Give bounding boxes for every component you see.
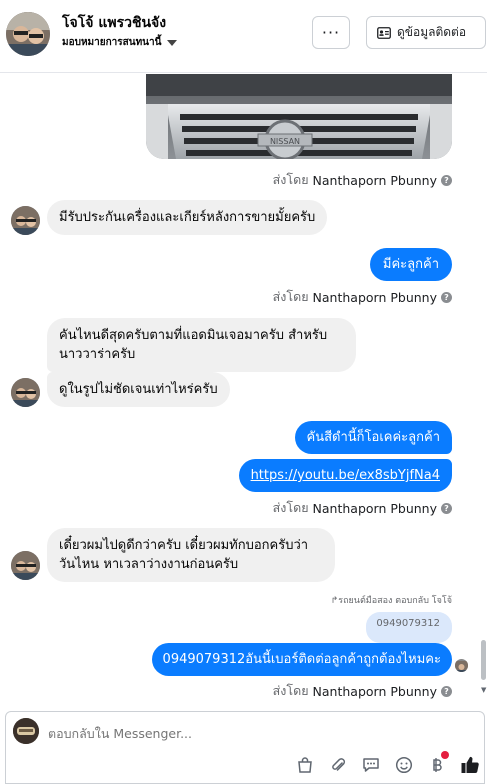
incoming-message[interactable]: มีรับประกันเครื่องและเกียร์หลังการขายมั้… <box>47 200 328 235</box>
page-avatar <box>13 718 39 744</box>
view-contact-label: ดูข้อมูลติดต่อ <box>397 25 467 39</box>
sent-by-label: ส่งโดย Nanthaporn Pbunny ? <box>273 287 452 307</box>
conversation-header: โจโจ้ แพรวชินจัง มอบหมายการสนทนานี้ ··· … <box>0 0 487 73</box>
message-composer <box>5 711 485 784</box>
sender-name[interactable]: Nanthaporn Pbunny <box>313 684 437 699</box>
contact-avatar-small <box>11 378 40 407</box>
scrollbar-thumb[interactable] <box>481 640 486 680</box>
outgoing-link-message: https://youtu.be/ex8sbYjfNa4 <box>238 459 452 492</box>
sender-name[interactable]: Nanthaporn Pbunny <box>313 290 437 305</box>
view-contact-button[interactable]: ดูข้อมูลติดต่อ <box>366 16 486 49</box>
sent-by-label: ส่งโดย Nanthaporn Pbunny ? <box>273 498 452 518</box>
ellipsis-icon: ··· <box>321 23 341 42</box>
sender-name[interactable]: Nanthaporn Pbunny <box>313 501 437 516</box>
message-thread[interactable]: NISSAN ส่งโดย Nanthaporn Pbunny ? มีรับป… <box>0 74 487 706</box>
help-icon[interactable]: ? <box>441 291 452 303</box>
youtube-link[interactable]: https://youtu.be/ex8sbYjfNa4 <box>251 468 440 483</box>
sent-by-label: ส่งโดย Nanthaporn Pbunny ? <box>273 170 452 190</box>
contact-avatar-small <box>11 551 40 580</box>
thumbs-up-icon[interactable] <box>460 755 480 775</box>
paperclip-icon[interactable] <box>328 755 348 775</box>
sent-by-label: ส่งโดย Nanthaporn Pbunny ? <box>273 681 452 701</box>
contact-avatar-small <box>11 206 40 235</box>
help-icon[interactable]: ? <box>441 174 452 186</box>
incoming-message[interactable]: ดูในรูปไม่ชัดเจนเท่าไหร่ครับ <box>47 372 230 407</box>
reply-context-label: ↱รถยนต์มือสอง ตอบกลับ โจโจ้ <box>330 596 452 606</box>
sender-name[interactable]: Nanthaporn Pbunny <box>313 173 437 188</box>
emoji-icon[interactable] <box>394 755 414 775</box>
quoted-message[interactable]: 0949079312 <box>366 612 452 643</box>
chat-bubble-icon[interactable] <box>361 755 381 775</box>
notification-dot <box>441 751 449 759</box>
scroll-down-arrow-icon[interactable]: ▼ <box>481 686 486 694</box>
svg-text:NISSAN: NISSAN <box>270 137 300 146</box>
help-icon[interactable]: ? <box>441 685 452 697</box>
baht-icon[interactable] <box>427 751 449 775</box>
shopping-bag-icon[interactable] <box>295 755 315 775</box>
caret-down-icon <box>167 39 178 46</box>
contact-avatar[interactable] <box>6 12 50 56</box>
help-icon[interactable]: ? <box>441 502 452 514</box>
assign-label: มอบหมายการสนทนานี้ <box>62 37 162 48</box>
more-options-button[interactable]: ··· <box>312 16 350 49</box>
composer-toolbar <box>295 751 480 775</box>
contact-name[interactable]: โจโจ้ แพรวชินจัง <box>62 12 166 34</box>
outgoing-message[interactable]: มีค่ะลูกค้า <box>369 248 452 281</box>
car-photo[interactable]: NISSAN <box>146 74 452 159</box>
reply-input[interactable] <box>48 726 348 741</box>
outgoing-message[interactable]: 0949079312อันนี้เบอร์ติดต่อลูกค้าถูกต้อง… <box>151 643 452 676</box>
outgoing-message[interactable]: คันสีดำนี้ก็โอเคค่ะลูกค้า <box>294 421 452 454</box>
assign-conversation-dropdown[interactable]: มอบหมายการสนทนานี้ <box>62 35 178 50</box>
contact-card-icon <box>377 26 391 39</box>
seen-avatar <box>455 659 468 672</box>
incoming-message[interactable]: เดี๋ยวผมไปดูดีกว่าครับ เดี๋ยวผมทักบอกครั… <box>47 528 335 582</box>
incoming-message[interactable]: คันไหนดีสุดครับตามที่แอดมินเจอมาครับ สำห… <box>47 318 356 372</box>
